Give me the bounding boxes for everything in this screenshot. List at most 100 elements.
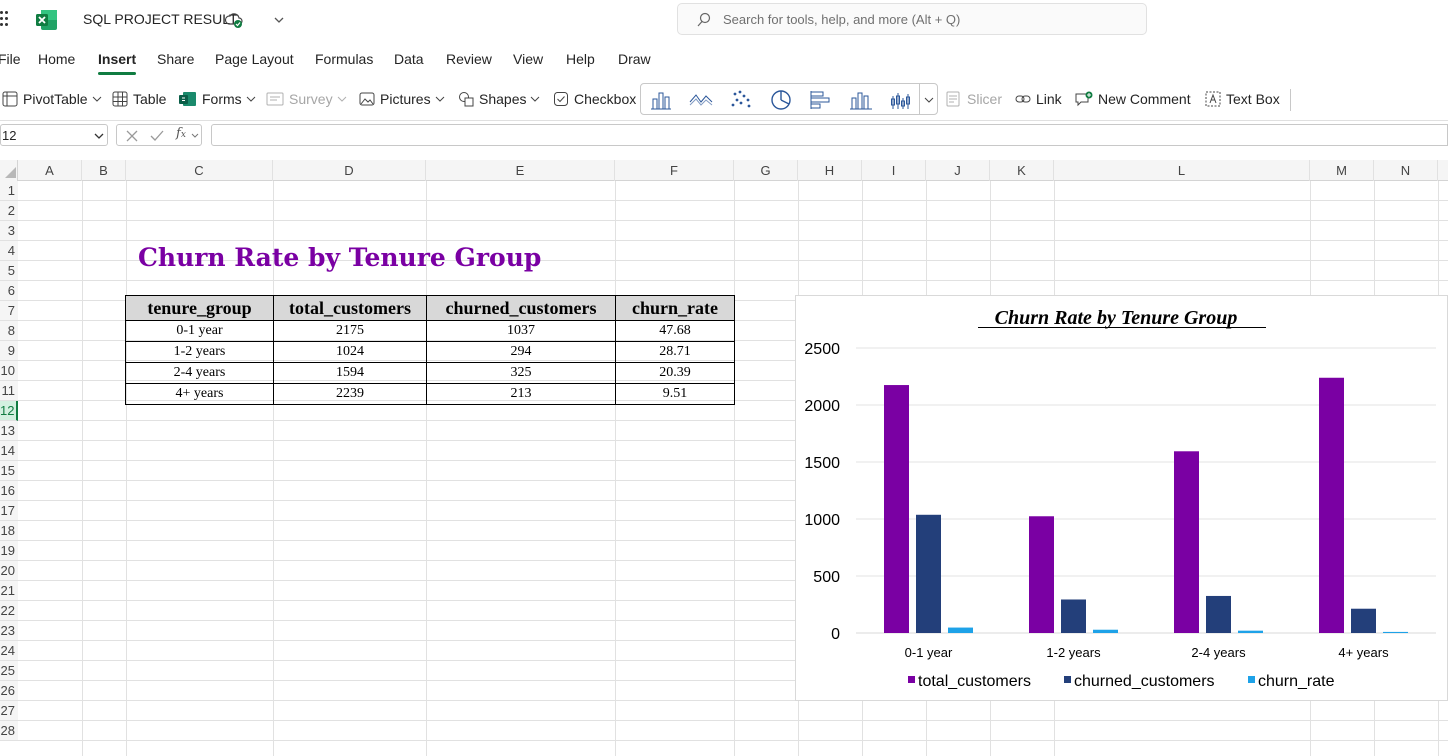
scatter-chart-icon[interactable] bbox=[729, 90, 753, 110]
app-launcher-icon[interactable] bbox=[0, 11, 10, 29]
row-header[interactable]: 20 bbox=[0, 561, 18, 581]
checkbox-button[interactable]: Checkbox bbox=[553, 90, 636, 108]
search-input[interactable]: Search for tools, help, and more (Alt + … bbox=[677, 3, 1147, 35]
slicer-button[interactable]: Slicer bbox=[946, 90, 1002, 108]
bar-total-customers[interactable] bbox=[1174, 451, 1199, 633]
tab-insert[interactable]: Insert bbox=[98, 51, 136, 67]
column-header[interactable]: G bbox=[734, 160, 798, 181]
insert-function-icon[interactable]: fx bbox=[176, 126, 186, 141]
name-box[interactable]: 12 bbox=[0, 124, 108, 146]
table-cell[interactable]: 325 bbox=[426, 362, 616, 384]
column-header[interactable]: I bbox=[862, 160, 926, 181]
bar-chart-icon[interactable] bbox=[809, 90, 833, 110]
table-cell[interactable]: 294 bbox=[426, 341, 616, 363]
tab-page-layout[interactable]: Page Layout bbox=[215, 51, 294, 67]
row-header[interactable]: 21 bbox=[0, 581, 18, 601]
header-churn-rate[interactable]: churn_rate bbox=[615, 295, 735, 321]
tab-help[interactable]: Help bbox=[566, 51, 595, 67]
tab-home[interactable]: Home bbox=[38, 51, 75, 67]
bar-churn-rate[interactable] bbox=[1093, 629, 1118, 633]
row-header[interactable]: 18 bbox=[0, 521, 18, 541]
bar-churn-rate[interactable] bbox=[1383, 631, 1408, 633]
chevron-down-icon[interactable] bbox=[923, 94, 935, 106]
pictures-button[interactable]: Pictures bbox=[359, 90, 450, 108]
row-header[interactable]: 25 bbox=[0, 661, 18, 681]
row-header[interactable]: 10 bbox=[0, 361, 18, 381]
row-header[interactable]: 3 bbox=[0, 221, 18, 241]
data-table[interactable]: tenure_group total_customers churned_cus… bbox=[125, 295, 735, 405]
bar-churned-customers[interactable] bbox=[1351, 608, 1376, 633]
table-button[interactable]: Table bbox=[112, 90, 166, 108]
table-cell[interactable]: 2239 bbox=[273, 383, 427, 405]
row-header[interactable]: 7 bbox=[0, 301, 18, 321]
table-cell[interactable]: 1-2 years bbox=[125, 341, 274, 363]
tab-view[interactable]: View bbox=[513, 51, 543, 67]
table-cell[interactable]: 2175 bbox=[273, 320, 427, 342]
column-header[interactable]: F bbox=[615, 160, 734, 181]
row-header[interactable]: 14 bbox=[0, 441, 18, 461]
new-comment-button[interactable]: New Comment bbox=[1075, 90, 1191, 108]
tab-file[interactable]: File bbox=[0, 51, 21, 67]
chart-object[interactable]: 0 500 1000 1500 2000 2500 0-1 year 1-2 years 2-4… bbox=[795, 295, 1448, 701]
row-header[interactable]: 6 bbox=[0, 281, 18, 301]
column-header[interactable]: E bbox=[426, 160, 615, 181]
row-header[interactable]: 13 bbox=[0, 421, 18, 441]
bar-churn-rate[interactable] bbox=[948, 627, 973, 633]
table-cell[interactable]: 4+ years bbox=[125, 383, 274, 405]
row-header[interactable]: 16 bbox=[0, 481, 18, 501]
table-cell[interactable]: 20.39 bbox=[615, 362, 735, 384]
cancel-icon[interactable] bbox=[125, 129, 139, 143]
document-title[interactable]: SQL PROJECT RESULT bbox=[83, 11, 238, 27]
bar-churned-customers[interactable] bbox=[1206, 595, 1231, 633]
tab-share[interactable]: Share bbox=[157, 51, 194, 67]
row-header[interactable]: 12 bbox=[0, 401, 18, 421]
column-header[interactable]: N bbox=[1374, 160, 1438, 181]
bar-total-customers[interactable] bbox=[884, 385, 909, 633]
table-cell[interactable]: 47.68 bbox=[615, 320, 735, 342]
formula-input[interactable] bbox=[211, 124, 1448, 146]
column-header[interactable]: D bbox=[273, 160, 426, 181]
bar-total-customers[interactable] bbox=[1029, 516, 1054, 633]
chevron-down-icon[interactable] bbox=[191, 132, 199, 140]
row-header[interactable]: 23 bbox=[0, 621, 18, 641]
header-tenure-group[interactable]: tenure_group bbox=[125, 295, 274, 321]
row-header[interactable]: 28 bbox=[0, 721, 18, 741]
row-header[interactable]: 24 bbox=[0, 641, 18, 661]
bar-churned-customers[interactable] bbox=[1061, 599, 1086, 633]
table-cell[interactable]: 28.71 bbox=[615, 341, 735, 363]
row-header[interactable]: 11 bbox=[0, 381, 18, 401]
header-total-customers[interactable]: total_customers bbox=[273, 295, 427, 321]
table-cell[interactable]: 1594 bbox=[273, 362, 427, 384]
header-churned-customers[interactable]: churned_customers bbox=[426, 295, 616, 321]
column-header[interactable]: C bbox=[126, 160, 273, 181]
bar-total-customers[interactable] bbox=[1319, 377, 1344, 633]
table-cell[interactable]: 1024 bbox=[273, 341, 427, 363]
bar-churn-rate[interactable] bbox=[1238, 630, 1263, 633]
row-header[interactable]: 5 bbox=[0, 261, 18, 281]
tab-draw[interactable]: Draw bbox=[618, 51, 651, 67]
column-header[interactable]: M bbox=[1310, 160, 1374, 181]
table-cell[interactable]: 0-1 year bbox=[125, 320, 274, 342]
waterfall-chart-icon[interactable] bbox=[849, 90, 873, 110]
shapes-button[interactable]: Shapes bbox=[458, 90, 545, 108]
row-header[interactable]: 19 bbox=[0, 541, 18, 561]
row-header[interactable]: 15 bbox=[0, 461, 18, 481]
row-header[interactable]: 17 bbox=[0, 501, 18, 521]
table-cell[interactable]: 2-4 years bbox=[125, 362, 274, 384]
table-cell[interactable]: 9.51 bbox=[615, 383, 735, 405]
column-header[interactable]: H bbox=[798, 160, 862, 181]
table-cell[interactable]: 1037 bbox=[426, 320, 616, 342]
row-header[interactable]: 26 bbox=[0, 681, 18, 701]
tab-review[interactable]: Review bbox=[446, 51, 492, 67]
row-header[interactable]: 8 bbox=[0, 321, 18, 341]
link-button[interactable]: Link bbox=[1015, 90, 1062, 108]
row-header[interactable]: 4 bbox=[0, 241, 18, 261]
survey-button[interactable]: Survey bbox=[266, 90, 352, 108]
column-header[interactable]: K bbox=[990, 160, 1054, 181]
tab-formulas[interactable]: Formulas bbox=[315, 51, 373, 67]
row-header[interactable]: 2 bbox=[0, 201, 18, 221]
chevron-down-icon[interactable] bbox=[271, 12, 287, 28]
chevron-down-icon[interactable] bbox=[93, 130, 105, 142]
stock-chart-icon[interactable] bbox=[889, 90, 913, 110]
column-header[interactable]: B bbox=[82, 160, 126, 181]
